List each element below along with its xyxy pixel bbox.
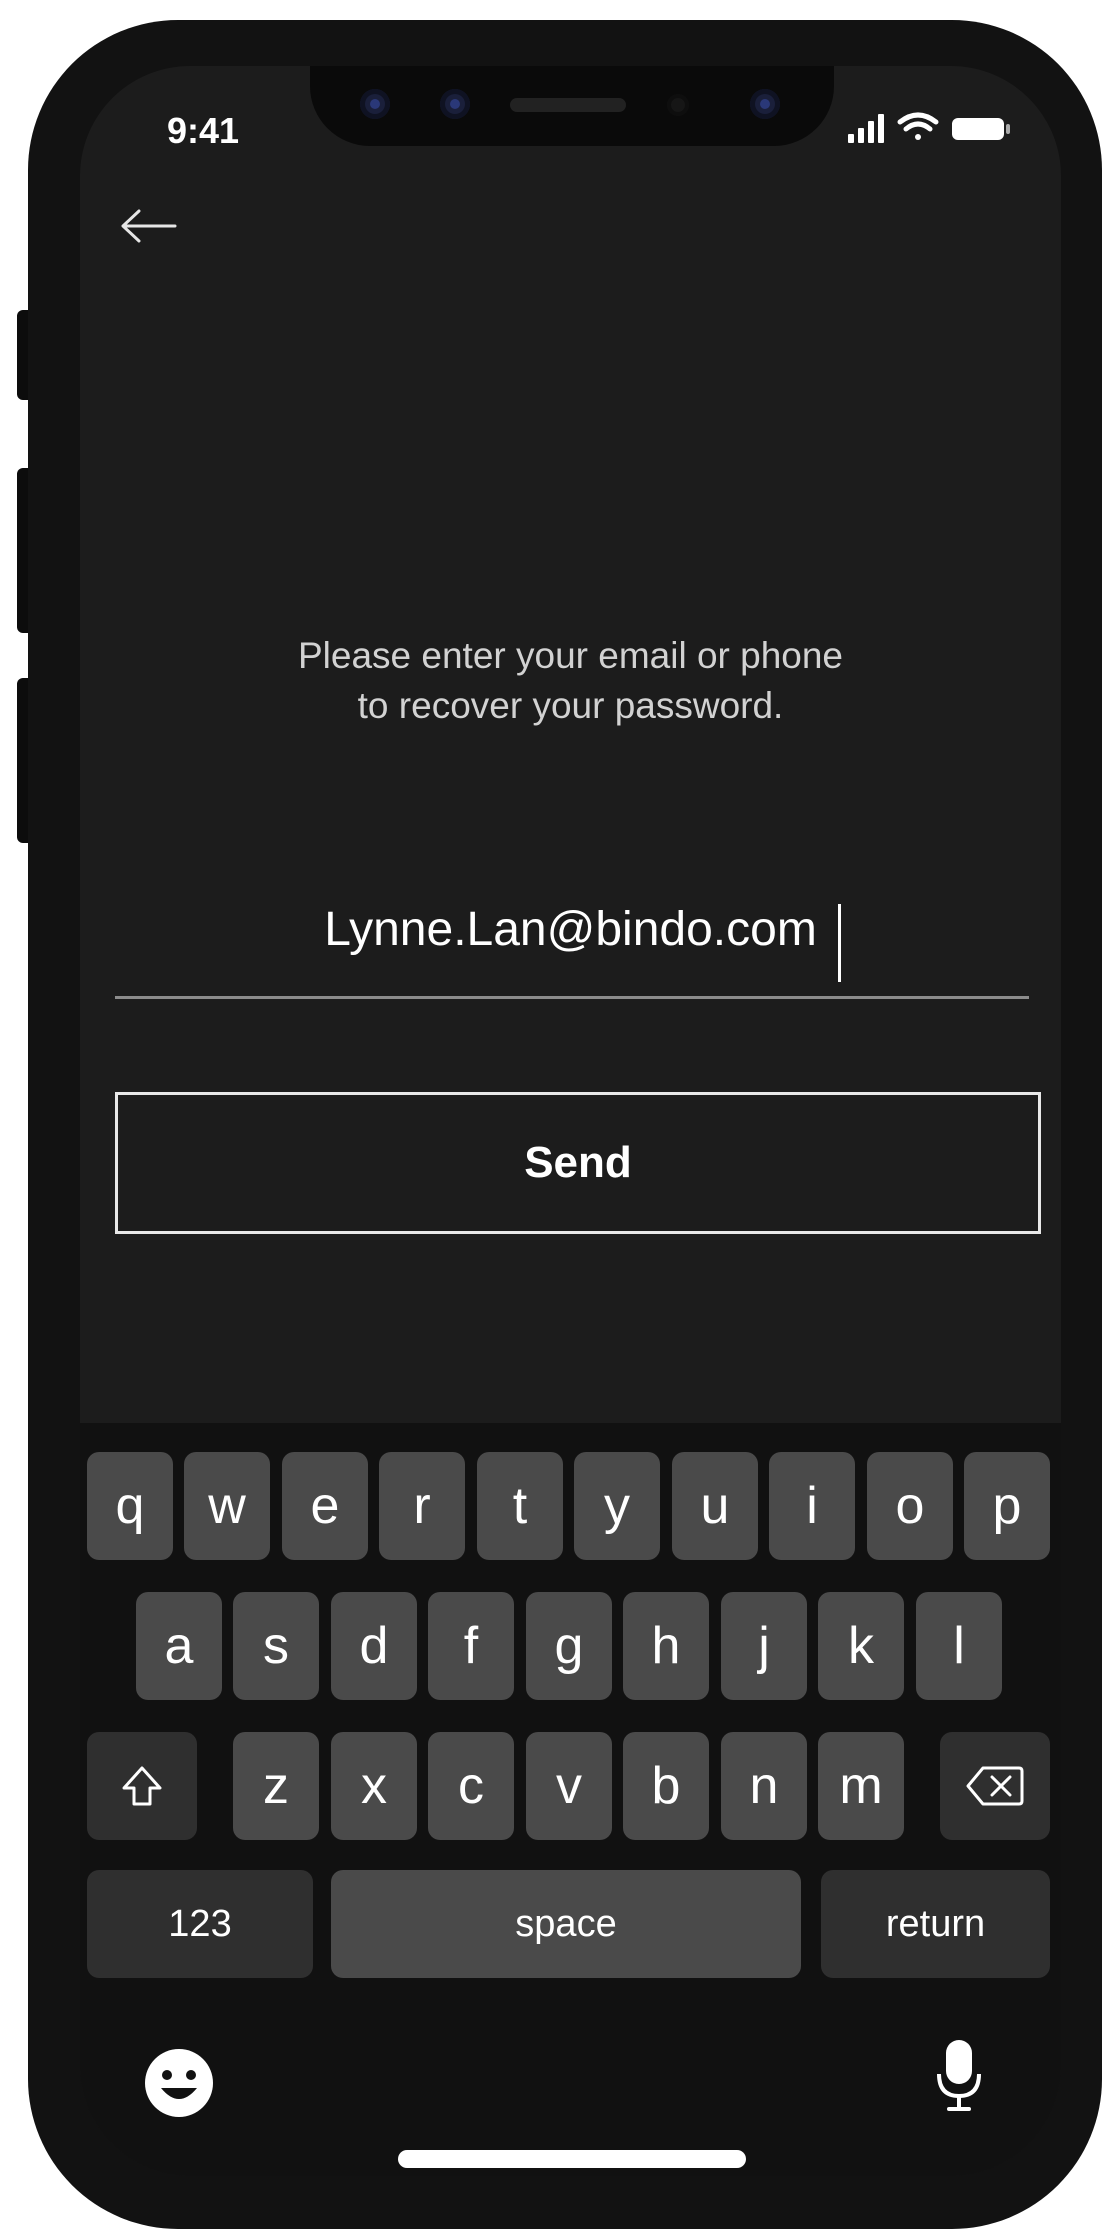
phone-screen: 9:41 Please enter your email or phone to…	[80, 66, 1061, 2176]
instructions-line-2: to recover your password.	[357, 685, 784, 726]
return-key-label: return	[885, 1902, 986, 1945]
key-s[interactable]: s	[233, 1592, 319, 1700]
emoji-button[interactable]	[140, 2044, 218, 2127]
key-q[interactable]: q	[87, 1452, 173, 1560]
status-icons	[848, 110, 1018, 146]
notch	[310, 66, 834, 146]
shift-icon	[122, 1766, 162, 1806]
emoji-icon	[145, 2049, 213, 2117]
earpiece-speaker	[510, 98, 626, 112]
space-key[interactable]: space	[331, 1870, 801, 1978]
key-z[interactable]: z	[233, 1732, 319, 1840]
email-field[interactable]: Lynne.Lan@bindo.com	[80, 902, 1061, 957]
key-p[interactable]: p	[964, 1452, 1050, 1560]
microphone-icon	[937, 2040, 981, 2111]
key-n[interactable]: n	[721, 1732, 807, 1840]
key-a[interactable]: a	[136, 1592, 222, 1700]
back-button[interactable]	[115, 201, 195, 261]
backspace-key[interactable]	[940, 1732, 1050, 1840]
instructions-line-1: Please enter your email or phone	[297, 635, 844, 676]
key-c[interactable]: c	[428, 1732, 514, 1840]
key-t[interactable]: t	[477, 1452, 563, 1560]
dictation-button[interactable]	[934, 2038, 984, 2121]
face-id-sensor	[440, 89, 470, 119]
email-field-underline	[115, 996, 1029, 999]
battery-icon	[952, 118, 1010, 140]
key-o[interactable]: o	[867, 1452, 953, 1560]
home-indicator[interactable]	[398, 2150, 746, 2168]
key-f[interactable]: f	[428, 1592, 514, 1700]
recovery-instructions: Please enter your email or phone to reco…	[80, 631, 1061, 731]
front-camera	[360, 89, 390, 119]
arrow-left-icon	[121, 209, 177, 243]
key-v[interactable]: v	[526, 1732, 612, 1840]
key-w[interactable]: w	[184, 1452, 270, 1560]
return-key[interactable]: return	[821, 1870, 1050, 1978]
key-l[interactable]: l	[916, 1592, 1002, 1700]
text-cursor	[838, 904, 841, 982]
key-j[interactable]: j	[721, 1592, 807, 1700]
key-u[interactable]: u	[672, 1452, 758, 1560]
wifi-icon	[897, 112, 939, 140]
status-time: 9:41	[167, 110, 240, 151]
proximity-sensor	[667, 94, 689, 116]
key-h[interactable]: h	[623, 1592, 709, 1700]
key-m[interactable]: m	[818, 1732, 904, 1840]
dot-projector	[750, 89, 780, 119]
numbers-key[interactable]: 123	[87, 1870, 313, 1978]
signal-icon	[848, 114, 884, 143]
send-button[interactable]: Send	[115, 1092, 1041, 1234]
space-key-label: space	[515, 1902, 617, 1945]
key-y[interactable]: y	[574, 1452, 660, 1560]
key-k[interactable]: k	[818, 1592, 904, 1700]
key-x[interactable]: x	[331, 1732, 417, 1840]
numbers-key-label: 123	[168, 1902, 232, 1945]
shift-key[interactable]	[87, 1732, 197, 1840]
key-r[interactable]: r	[379, 1452, 465, 1560]
key-e[interactable]: e	[282, 1452, 368, 1560]
key-i[interactable]: i	[769, 1452, 855, 1560]
key-g[interactable]: g	[526, 1592, 612, 1700]
key-d[interactable]: d	[331, 1592, 417, 1700]
backspace-icon	[966, 1766, 1024, 1806]
key-b[interactable]: b	[623, 1732, 709, 1840]
